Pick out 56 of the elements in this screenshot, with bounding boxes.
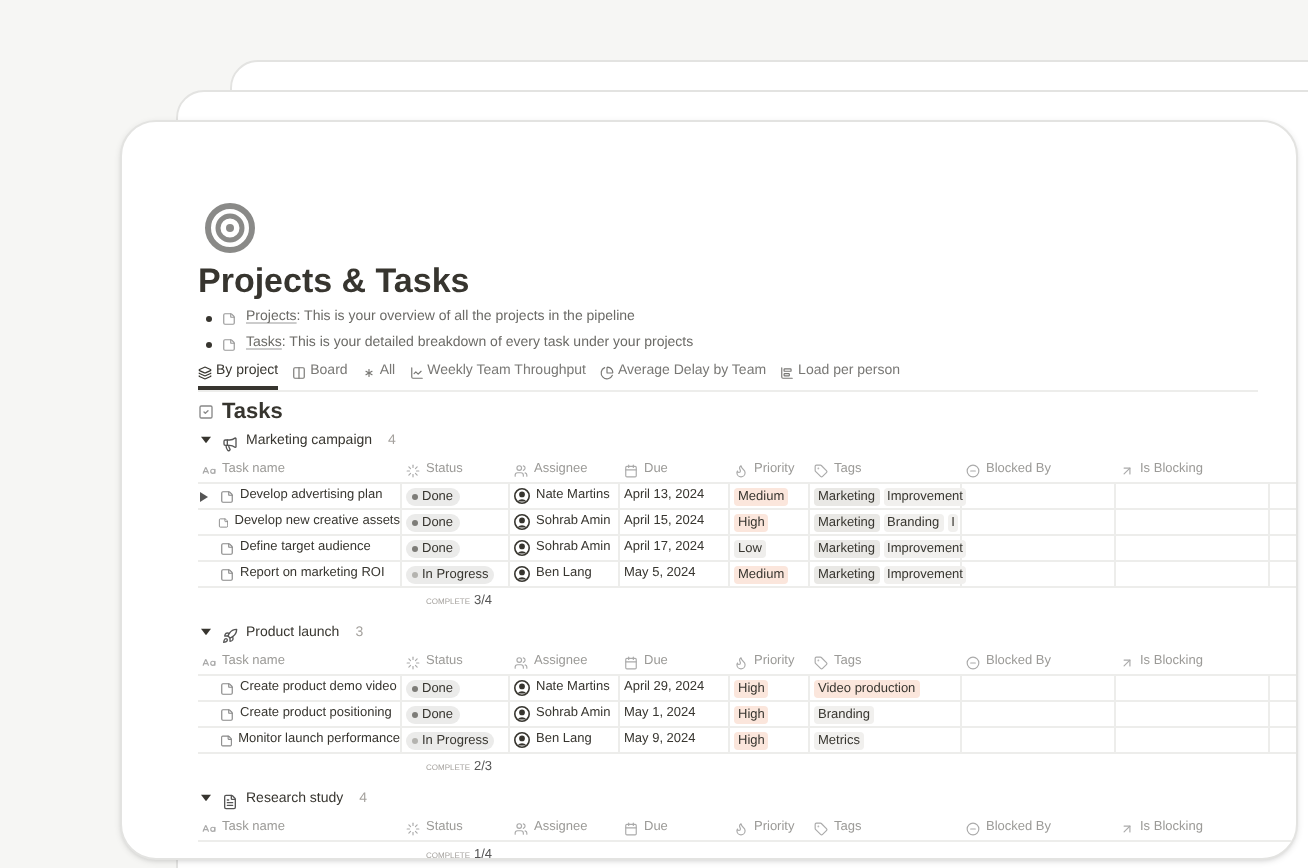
- arrow-icon: [1120, 821, 1134, 835]
- pie-chart-icon: [599, 366, 614, 380]
- target-icon: [204, 202, 256, 254]
- page-icon: [220, 541, 234, 555]
- database-title: Tasks: [222, 397, 283, 428]
- tag-icon: [814, 821, 828, 835]
- page-icon: [220, 681, 234, 695]
- megaphone-icon: [222, 435, 238, 451]
- line-chart-icon: [409, 366, 424, 380]
- bullet-icon: [206, 316, 212, 322]
- page-icon: [219, 733, 233, 747]
- people-icon: [514, 655, 528, 669]
- avatar-icon: [514, 732, 530, 748]
- text-type-icon: [202, 655, 216, 669]
- page-icon: [222, 338, 236, 352]
- expand-triangle-icon[interactable]: [200, 491, 208, 501]
- flame-icon: [734, 821, 748, 835]
- bar-chart-icon: [780, 366, 795, 380]
- text-type-icon: [202, 463, 216, 477]
- status-icon: [406, 463, 420, 477]
- minus-circle-icon: [966, 463, 980, 477]
- avatar-icon: [514, 488, 530, 504]
- page-icon: [220, 567, 234, 581]
- people-icon: [514, 463, 528, 477]
- page-icon: [220, 489, 234, 503]
- minus-circle-icon: [966, 655, 980, 669]
- page-icon: [220, 707, 234, 721]
- arrow-icon: [1120, 655, 1134, 669]
- avatar-icon: [514, 566, 530, 582]
- avatar-icon: [514, 680, 530, 696]
- calendar-icon: [624, 463, 638, 477]
- people-icon: [514, 821, 528, 835]
- text-type-icon: [202, 821, 216, 835]
- status-icon: [406, 655, 420, 669]
- asterisk-icon: [361, 366, 376, 380]
- avatar-icon: [514, 514, 530, 530]
- tag-icon: [814, 463, 828, 477]
- avatar-icon: [514, 540, 530, 556]
- bullet-icon: [206, 342, 212, 348]
- calendar-icon: [624, 821, 638, 835]
- layers-icon: [198, 366, 212, 380]
- document-icon: [222, 793, 238, 809]
- page-icon: [217, 515, 229, 529]
- minus-circle-icon: [966, 821, 980, 835]
- calendar-icon: [624, 655, 638, 669]
- flame-icon: [734, 655, 748, 669]
- page-title: Projects & Tasks: [198, 262, 472, 302]
- status-icon: [406, 821, 420, 835]
- rocket-icon: [222, 627, 238, 643]
- board-icon: [292, 366, 307, 380]
- arrow-icon: [1120, 463, 1134, 477]
- avatar-icon: [514, 706, 530, 722]
- checkbox-icon: [198, 404, 214, 420]
- tag-icon: [814, 655, 828, 669]
- page-icon: [222, 312, 236, 326]
- flame-icon: [734, 463, 748, 477]
